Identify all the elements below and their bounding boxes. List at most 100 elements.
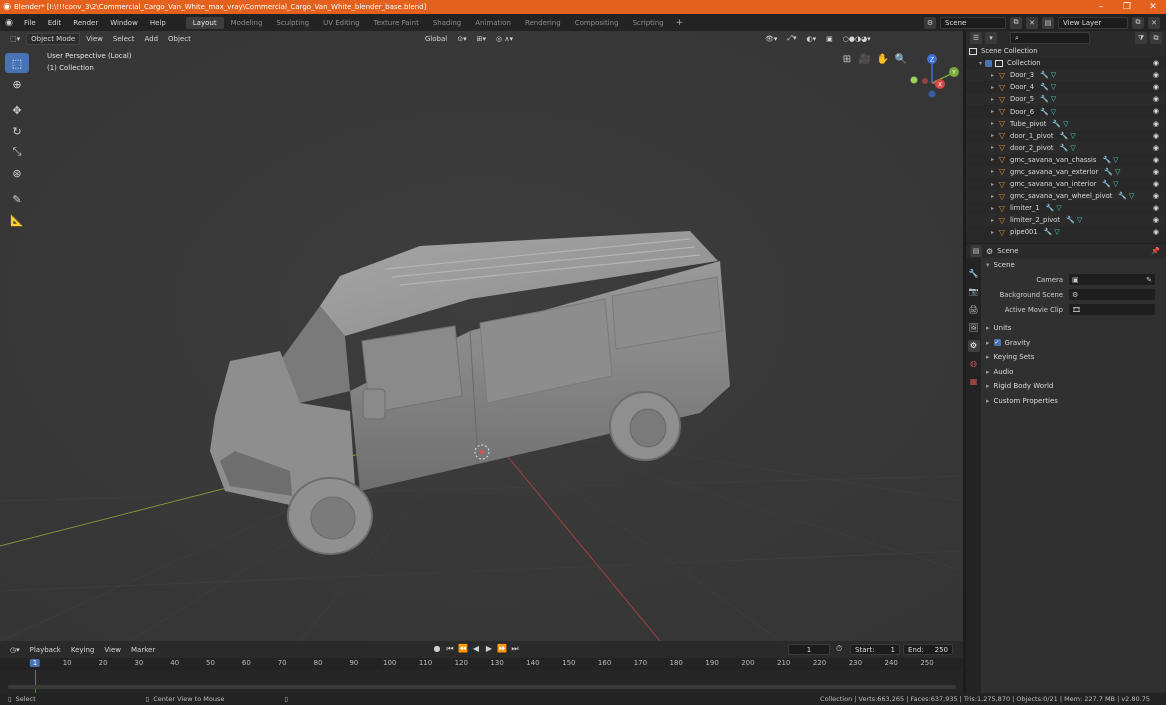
mesh-data-icon[interactable]: ▽ <box>1051 71 1056 79</box>
tab-compositing[interactable]: Compositing <box>568 17 626 29</box>
eye-icon[interactable]: ◉ <box>1153 93 1159 105</box>
new-scene-icon[interactable]: ⧉ <box>1010 16 1022 29</box>
camera-view-icon[interactable]: 🎥 <box>858 53 872 67</box>
outliner-object-row[interactable]: ▸ ▽ door_2_pivot 🔧 ▽ ◉ <box>966 141 1166 154</box>
mesh-data-icon[interactable]: ▽ <box>1070 144 1075 152</box>
move-icon[interactable]: ✥ <box>5 100 29 120</box>
modifier-icon[interactable]: 🔧 <box>1066 216 1075 224</box>
properties-editor-type-icon[interactable]: ▤ <box>970 245 982 257</box>
mesh-data-icon[interactable]: ▽ <box>1056 204 1061 212</box>
frame-ruler[interactable]: 1 10 20 30 40 50 60 70 80 90 100 110 120 130 140 150 160… <box>0 658 963 670</box>
gizmo-toggle-icon[interactable]: ⤢▾ <box>783 33 800 44</box>
mesh-data-icon[interactable]: ▽ <box>1115 168 1120 176</box>
eye-icon[interactable]: ◉ <box>1153 214 1159 226</box>
display-mode-icon[interactable]: ▾ <box>985 32 997 44</box>
view-layer-field[interactable]: View Layer <box>1058 16 1128 29</box>
mesh-data-icon[interactable]: ▽ <box>1077 216 1082 224</box>
new-collection-icon[interactable]: ⧉ <box>1150 32 1162 44</box>
blender-menu-icon[interactable]: ◉ <box>0 18 18 28</box>
visibility-icon[interactable]: 👁▾ <box>761 34 781 44</box>
scene-tab-icon[interactable]: ⚙ <box>967 340 980 352</box>
pivot-icon[interactable]: ⊙▾ <box>453 34 470 44</box>
outliner-object-row[interactable]: ▸ ▽ Door_6 🔧 ▽ ◉ <box>966 105 1166 117</box>
shading-modes-icon[interactable]: ○●◑◕▾ <box>839 34 875 44</box>
timeline-editor-type-icon[interactable]: ◷▾ <box>6 645 24 655</box>
modifier-icon[interactable]: 🔧 <box>1040 108 1049 116</box>
expand-icon[interactable]: ▸ <box>988 144 997 151</box>
scene-type-icon[interactable]: ⚙ <box>924 16 936 29</box>
eye-icon[interactable]: ◉ <box>1153 166 1159 178</box>
measure-icon[interactable]: 📐 <box>5 210 29 230</box>
outliner-search-input[interactable]: ⌕ <box>1010 32 1090 44</box>
camera-grid-icon[interactable]: ⊞ <box>840 53 854 67</box>
menu-help[interactable]: Help <box>144 19 172 27</box>
keying-menu[interactable]: Keying <box>67 645 99 655</box>
object-menu[interactable]: Object <box>164 34 195 44</box>
modifier-icon[interactable]: 🔧 <box>1040 95 1049 103</box>
marker-menu[interactable]: Marker <box>127 645 159 655</box>
tab-shading[interactable]: Shading <box>426 17 468 29</box>
expand-icon[interactable]: ▸ <box>988 108 997 115</box>
add-menu[interactable]: Add <box>140 34 162 44</box>
new-view-layer-icon[interactable]: ⧉ <box>1132 16 1144 29</box>
mesh-data-icon[interactable]: ▽ <box>1113 180 1118 188</box>
output-tab-icon[interactable]: 🖨 <box>968 304 980 316</box>
eye-icon[interactable]: ◉ <box>1153 178 1159 190</box>
outliner-object-row[interactable]: ▸ ▽ gmc_savana_van_wheel_pivot 🔧 ▽ ◉ <box>966 190 1166 203</box>
properties-editor[interactable]: ▤ ⚙ Scene 📌 🔧 📷 🖨 🖼 ⚙ ◍ ▦ ▾ Scene Camera… <box>966 244 1166 693</box>
expand-icon[interactable]: ▸ <box>988 205 997 212</box>
eye-icon[interactable]: ◉ <box>1153 118 1159 130</box>
timeline-scrollbar[interactable] <box>8 685 956 689</box>
tab-rendering[interactable]: Rendering <box>518 17 568 29</box>
scene-name-field[interactable]: Scene <box>940 16 1006 29</box>
expand-icon[interactable]: ▸ <box>988 96 997 103</box>
mode-selector[interactable]: Object Mode <box>26 32 81 45</box>
outliner-object-row[interactable]: ▸ ▽ gmc_savana_van_chassis 🔧 ▽ ◉ <box>966 154 1166 166</box>
mesh-data-icon[interactable]: ▽ <box>1051 95 1056 103</box>
eye-icon[interactable]: ◉ <box>1153 154 1159 166</box>
overlay-icon[interactable]: ◐▾ <box>803 34 821 44</box>
modifier-icon[interactable]: 🔧 <box>1060 132 1069 140</box>
pan-hand-icon[interactable]: ✋ <box>876 53 890 67</box>
filter-icon[interactable]: ⧩ <box>1135 32 1147 44</box>
mesh-data-icon[interactable]: ▽ <box>1129 192 1134 200</box>
texture-tab-icon[interactable]: ▦ <box>968 376 980 388</box>
scene-collection-row[interactable]: Scene Collection <box>966 45 1166 58</box>
expand-icon[interactable]: ▸ <box>988 132 997 139</box>
view-layer-tab-icon[interactable]: 🖼 <box>968 322 980 334</box>
eye-icon[interactable]: ◉ <box>1153 190 1159 202</box>
modifier-icon[interactable]: 🔧 <box>1046 204 1055 212</box>
jump-start-icon[interactable]: ⏮ <box>445 644 455 654</box>
select-box-icon[interactable]: ⬚ <box>5 53 29 73</box>
maximize-icon[interactable]: ❐ <box>1114 0 1140 14</box>
eye-icon[interactable]: ◉ <box>1153 202 1159 214</box>
outliner-object-row[interactable]: ▸ ▽ pipe001 🔧 ▽ ◉ <box>966 226 1166 238</box>
tab-animation[interactable]: Animation <box>468 17 518 29</box>
render-tab-icon[interactable]: 📷 <box>968 286 980 298</box>
eye-icon[interactable]: ◉ <box>1153 130 1159 142</box>
outliner-editor-type-icon[interactable]: ☰ <box>970 32 982 44</box>
eye-icon[interactable]: ◉ <box>1153 69 1159 81</box>
eye-icon[interactable]: ◉ <box>1153 81 1159 93</box>
expand-icon[interactable]: ▸ <box>988 84 997 91</box>
timeline-track[interactable] <box>0 670 963 693</box>
expand-icon[interactable]: ▸ <box>988 217 997 224</box>
mesh-data-icon[interactable]: ▽ <box>1063 120 1068 128</box>
editor-type-icon[interactable]: ⬚▾ <box>6 34 24 44</box>
eye-icon[interactable]: ◉ <box>1153 142 1159 154</box>
scene-panel-header[interactable]: ▾ Scene <box>981 258 1166 272</box>
timeline-editor[interactable]: ◷▾ Playback Keying View Marker ● ⏮ ⏪ ◀ ▶… <box>0 641 963 693</box>
eye-icon[interactable]: ◉ <box>1153 105 1159 117</box>
pin-icon[interactable]: 📌 <box>1151 247 1160 255</box>
outliner-object-row[interactable]: ▸ ▽ limiter_1 🔧 ▽ ◉ <box>966 202 1166 214</box>
camera-field[interactable]: ▣ ✎ <box>1069 274 1155 285</box>
eyedropper-icon[interactable]: ✎ <box>1146 276 1152 284</box>
modifier-icon[interactable]: 🔧 <box>1060 144 1069 152</box>
annotate-icon[interactable]: ✎ <box>5 189 29 209</box>
view-layer-icon[interactable]: ▤ <box>1042 16 1054 29</box>
gravity-panel[interactable]: ▸ ✓ Gravity <box>981 336 1166 351</box>
modifier-icon[interactable]: 🔧 <box>1040 83 1049 91</box>
select-menu[interactable]: Select <box>109 34 139 44</box>
eye-icon[interactable]: ◉ <box>1153 226 1159 238</box>
rotate-icon[interactable]: ↻ <box>5 121 29 141</box>
